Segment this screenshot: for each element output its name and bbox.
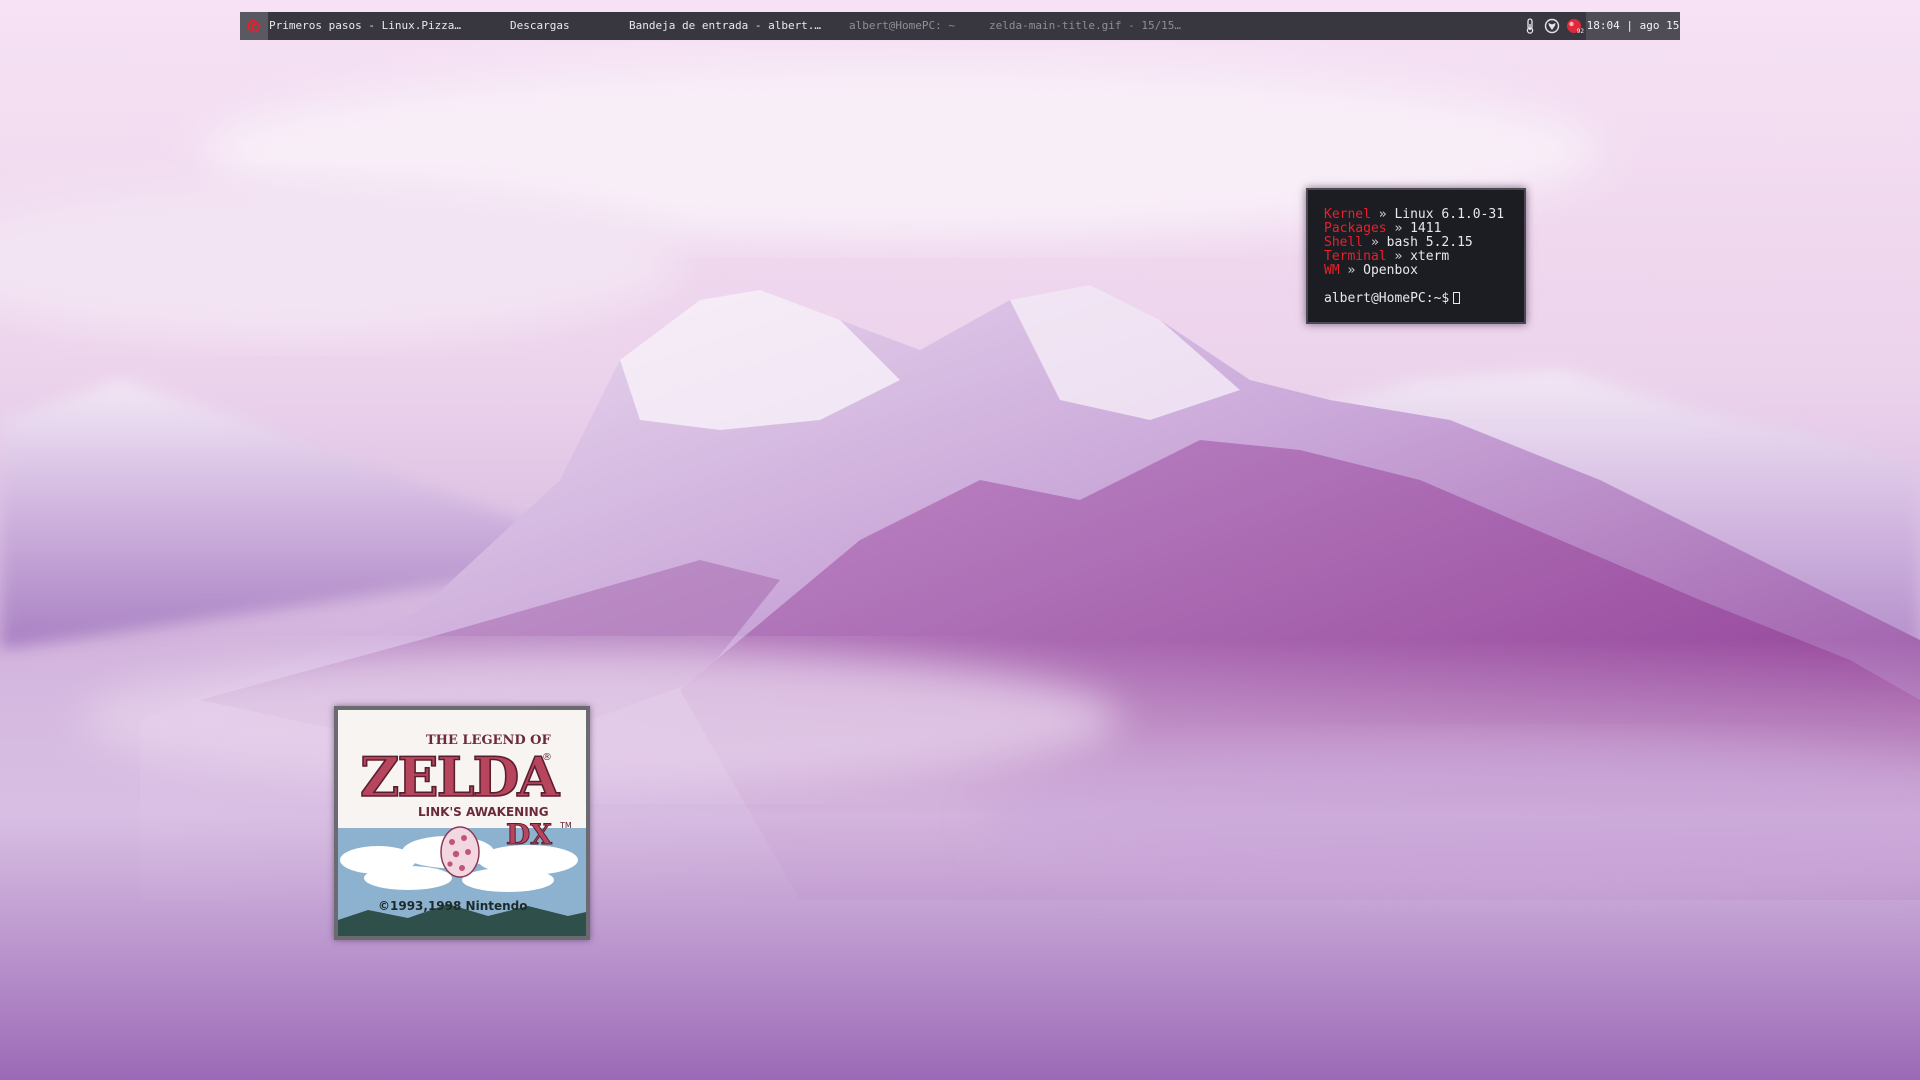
zelda-title-image: THE LEGEND OF ® ZELDA LINK'S AWAKENING D… [338, 710, 586, 936]
image-viewer-window[interactable]: THE LEGEND OF ® ZELDA LINK'S AWAKENING D… [334, 706, 590, 940]
shield-icon[interactable] [1544, 18, 1560, 34]
taskbar-item-mail[interactable]: Bandeja de entrada - albert.… [629, 12, 821, 40]
clock[interactable]: 18:04 | ago 15 [1586, 12, 1680, 40]
info-value: xterm [1410, 249, 1450, 264]
info-key: WM [1324, 263, 1340, 278]
subtitle: LINK'S AWAKENING [418, 805, 549, 819]
edition-label: DX [506, 818, 552, 851]
thermometer-icon[interactable] [1522, 18, 1538, 34]
info-separator: » [1394, 249, 1403, 264]
system-tray: 92 [1522, 12, 1584, 40]
terminal-info-row: WM » Openbox [1324, 264, 1524, 278]
info-key: Packages [1324, 221, 1387, 236]
info-value: Linux 6.1.0-31 [1394, 207, 1505, 222]
info-value: Openbox [1363, 263, 1418, 278]
info-separator: » [1394, 221, 1403, 236]
copyright-line: ©1993,1998 Nintendo [378, 899, 527, 913]
info-value: bash 5.2.15 [1386, 235, 1473, 250]
terminal-prompt: albert@HomePC:~$ [1324, 291, 1450, 306]
terminal-info-row: Kernel » Linux 6.1.0-31 [1324, 208, 1524, 222]
title-main: ZELDA [360, 745, 560, 809]
taskbar-item-image-viewer[interactable]: zelda-main-title.gif - 15/15… [989, 12, 1181, 40]
terminal-prompt-line[interactable]: albert@HomePC:~$ [1324, 292, 1524, 306]
terminal-info-row: Packages » 1411 [1324, 222, 1524, 236]
taskbar-item-terminal[interactable]: albert@HomePC: ~ [849, 12, 955, 40]
info-separator: » [1370, 235, 1379, 250]
info-key: Kernel [1324, 207, 1371, 222]
taskbar-item-firefox[interactable]: Primeros pasos - Linux.Pizza… [269, 12, 461, 40]
info-key: Shell [1324, 235, 1364, 250]
info-key: Terminal [1324, 249, 1387, 264]
top-panel: Primeros pasos - Linux.Pizza… Descargas … [240, 12, 1680, 40]
info-value: 1411 [1410, 221, 1442, 236]
terminal-info-row: Terminal » xterm [1324, 250, 1524, 264]
notification-badge-icon[interactable]: 92 [1566, 18, 1584, 35]
debian-swirl-icon [247, 19, 261, 33]
app-menu-button[interactable] [240, 12, 268, 40]
terminal-window[interactable]: Kernel » Linux 6.1.0-31 Packages » 1411 … [1306, 188, 1526, 324]
trademark-label: TM [559, 821, 572, 830]
info-separator: » [1347, 263, 1356, 278]
taskbar-item-downloads[interactable]: Descargas [510, 12, 570, 40]
desktop-wallpaper [0, 0, 1920, 1080]
notification-count: 92 [1576, 28, 1584, 35]
info-separator: » [1378, 207, 1387, 222]
terminal-info-row: Shell » bash 5.2.15 [1324, 236, 1524, 250]
terminal-cursor [1453, 292, 1461, 304]
